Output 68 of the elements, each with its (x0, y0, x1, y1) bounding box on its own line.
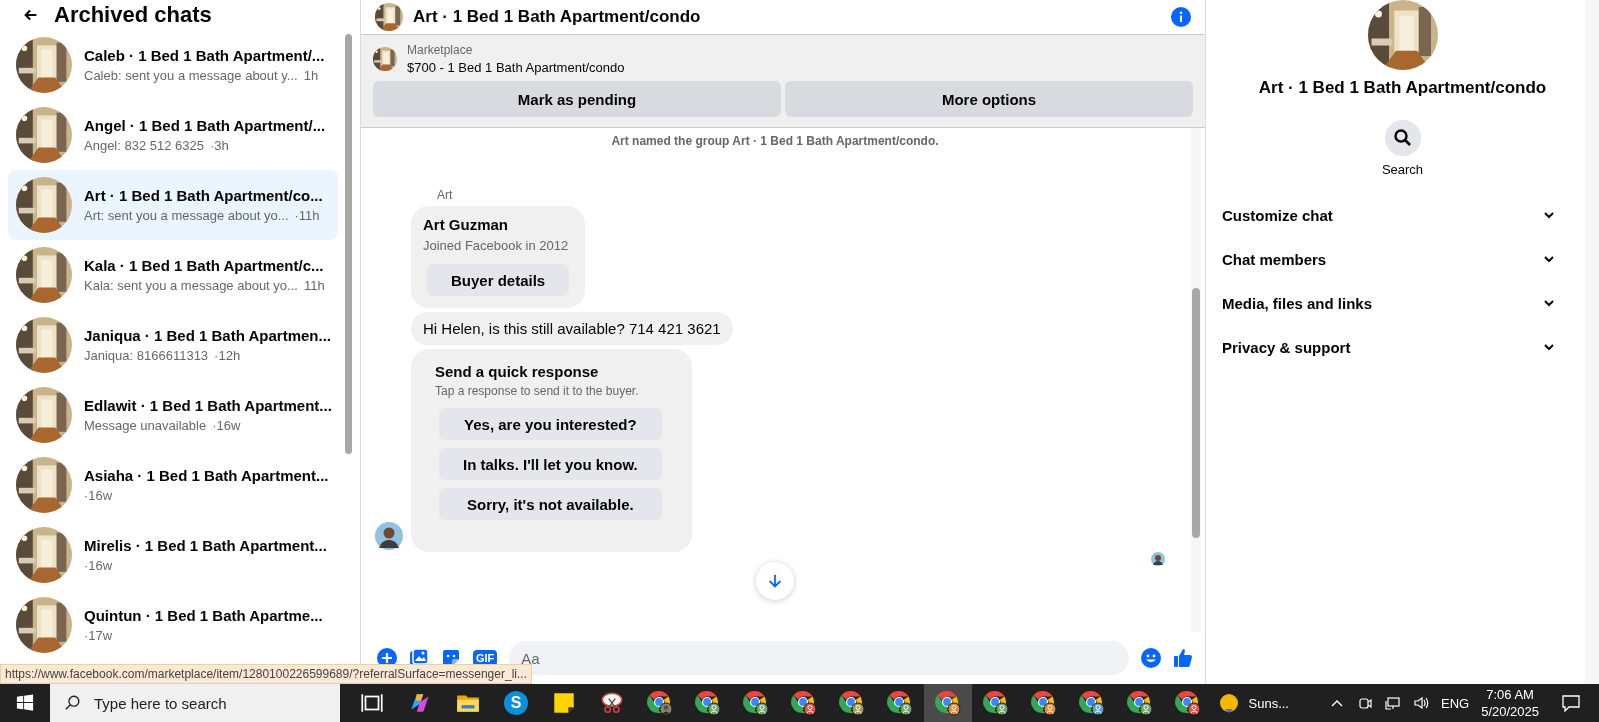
section-header[interactable]: Privacy & support (1222, 325, 1555, 369)
section-label: Media, files and links (1222, 294, 1373, 312)
language-indicator[interactable]: ENG (1441, 695, 1470, 711)
section-header[interactable]: Media, files and links (1222, 281, 1555, 325)
sender-name: Art (437, 188, 454, 202)
chat-list-item[interactable]: Edlawit · 1 Bed 1 Bath Apartment... Message unavailable ·16w (8, 380, 338, 450)
chat-list-item[interactable]: Caleb · 1 Bed 1 Bath Apartment/... Caleb: sent you a message about y... 1h (8, 30, 338, 100)
chat-time: ·11h (294, 208, 320, 223)
chat-name: Kala · 1 Bed 1 Bath Apartment/c... (84, 257, 325, 274)
chat-list-item[interactable]: Art · 1 Bed 1 Bath Apartment/co... Art: sent you a message about yo... ·11h (8, 170, 338, 240)
chat-list-item[interactable]: Janiqua · 1 Bed 1 Bath Apartmen... Janiqua: 8166611313 ·12h (8, 310, 338, 380)
section-header[interactable]: Customize chat (1222, 193, 1555, 237)
chat-time: ·16w (84, 488, 113, 503)
weather-text[interactable]: Suns... (1248, 695, 1289, 711)
taskbar-search-field[interactable]: Type here to search (50, 684, 340, 722)
chat-time: ·17w (84, 628, 113, 643)
chat-time: ·3h (210, 138, 229, 153)
taskbar-button[interactable]: S (492, 684, 540, 722)
chat-preview: Janiqua: 8166611313 (84, 348, 209, 363)
buyer-joined: Joined Facebook in 2012 (423, 238, 569, 253)
chat-list-item[interactable]: Asiaha · 1 Bed 1 Bath Apartment... ·16w (8, 450, 338, 520)
action-button[interactable]: Mark as pending (373, 81, 781, 117)
system-note: Art named the group Art · 1 Bed 1 Bath Apartment/condo. (611, 134, 939, 148)
chat-name: Angel · 1 Bed 1 Bath Apartment/... (84, 117, 326, 134)
chat-name: Edlawit · 1 Bed 1 Bath Apartment... (84, 397, 330, 414)
chat-name: Asiaha · 1 Bed 1 Bath Apartment... (84, 467, 329, 484)
sidebar-title: Archived chats (54, 2, 212, 28)
buyer-name: Art Guzman (423, 216, 508, 233)
quick-reply-button[interactable]: Sorry, it's not available. (439, 488, 662, 520)
marketplace-label: Marketplace (407, 43, 474, 57)
section-header[interactable]: Chat members (1222, 237, 1555, 281)
listing-title[interactable]: $700 - 1 Bed 1 Bath Apartment/condo (407, 60, 625, 75)
chat-time: ·16w (84, 558, 113, 573)
chat-name: Janiqua · 1 Bed 1 Bath Apartmen... (84, 327, 330, 344)
chat-time: 1h (303, 68, 319, 83)
buyer-details-button[interactable]: Buyer details (427, 264, 570, 296)
chat-title: Art · 1 Bed 1 Bath Apartment/condo (413, 7, 702, 27)
section-label: Chat members (1222, 250, 1327, 268)
quick-response-title: Send a quick response (435, 363, 600, 380)
message-bubble: Hi Helen, is this still available? 714 421 3621 (411, 312, 733, 345)
quick-reply-button[interactable]: In talks. I'll let you know. (439, 448, 662, 480)
chat-name: Caleb · 1 Bed 1 Bath Apartment/... (84, 47, 325, 64)
chat-time: ·12h (214, 348, 241, 363)
link-url-tooltip: https://www.facebook.com/marketplace/item/1280100226599689/?referralSurface=messenger_li... (0, 664, 532, 684)
chat-preview: Kala: sent you a message about yo... (84, 278, 298, 293)
chat-list-item[interactable]: Quintun · 1 Bed 1 Bath Apartme... ·17w (8, 590, 338, 660)
section-label: Privacy & support (1222, 338, 1351, 356)
chat-name: Mirelis · 1 Bed 1 Bath Apartment... (84, 537, 327, 554)
clock-date[interactable]: 5/20/2025 (1481, 704, 1539, 719)
chat-list-item[interactable]: Angel · 1 Bed 1 Bath Apartment/... Angel: 832 512 6325 ·3h (8, 100, 338, 170)
chat-list-item[interactable]: Mirelis · 1 Bed 1 Bath Apartment... ·16w (8, 520, 338, 590)
chat-time: 11h (303, 278, 325, 293)
conversation-title: Art · 1 Bed 1 Bath Apartment/condo (1258, 78, 1547, 98)
chat-preview: Art: sent you a message about yo... (84, 208, 289, 223)
section-label: Customize chat (1222, 206, 1333, 224)
chat-name: Quintun · 1 Bed 1 Bath Apartme... (84, 607, 323, 624)
chat-preview: Message unavailable (84, 418, 207, 433)
chat-app-icon[interactable]: S (504, 691, 528, 715)
chat-preview: Caleb: sent you a message about y... (84, 68, 298, 83)
chat-preview: Angel: 832 512 6325 (84, 138, 204, 153)
chat-time: ·16w (212, 418, 241, 433)
chat-name: Art · 1 Bed 1 Bath Apartment/co... (84, 187, 323, 204)
quick-reply-button[interactable]: Yes, are you interested? (439, 408, 662, 440)
clock-time[interactable]: 7:06 AM (1486, 687, 1534, 702)
chat-list-item[interactable]: Kala · 1 Bed 1 Bath Apartment/c... Kala: sent you a message about yo... 11h (8, 240, 338, 310)
action-button[interactable]: More options (785, 81, 1193, 117)
search-label: Search (1381, 162, 1424, 177)
quick-response-hint: Tap a response to send it to the buyer. (435, 384, 640, 398)
